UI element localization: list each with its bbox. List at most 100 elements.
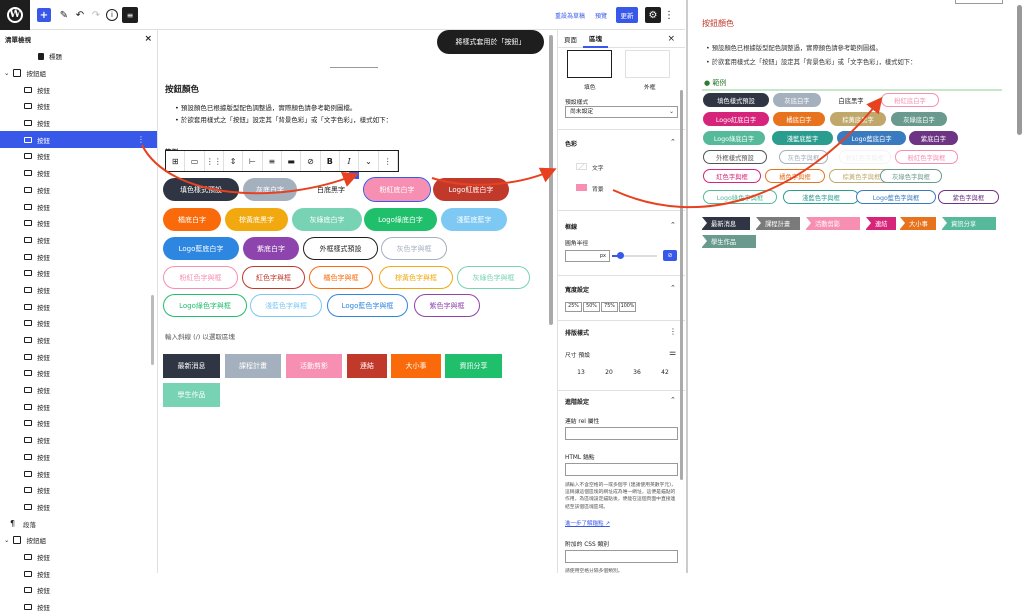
rect-button[interactable]: 大小事: [391, 354, 441, 378]
chevron-down-icon[interactable]: ⌄: [4, 69, 9, 77]
preview-styled-button[interactable]: 粉紅色字與框: [839, 150, 891, 164]
inspector-scrollbar[interactable]: [680, 90, 683, 480]
list-view-item[interactable]: 按鈕: [0, 348, 157, 365]
border-section-title[interactable]: 框線: [565, 222, 577, 231]
advanced-section-title[interactable]: 進階設定: [565, 397, 589, 406]
list-view-item[interactable]: 按鈕: [0, 182, 157, 199]
width-option-button[interactable]: 25%: [565, 302, 582, 312]
block-appender-hint[interactable]: 輸入斜線 (/) 以選取區塊: [165, 331, 235, 341]
preview-styled-button[interactable]: 灰底白字: [773, 93, 821, 107]
list-view-item[interactable]: 按鈕: [0, 165, 157, 182]
list-view-item[interactable]: 按鈕: [0, 499, 157, 516]
style-outline-preview[interactable]: [625, 50, 670, 78]
learn-more-link[interactable]: 進一步了解錨點 ↗: [565, 519, 610, 527]
bold-icon[interactable]: B: [321, 151, 340, 171]
css-class-input[interactable]: [565, 550, 678, 563]
parent-block-icon[interactable]: ⊞: [166, 151, 186, 171]
list-view-item[interactable]: 按鈕 ⋮: [0, 131, 157, 149]
width-option-button[interactable]: 50%: [583, 302, 600, 312]
list-view-item[interactable]: 按鈕: [0, 565, 157, 582]
styled-button[interactable]: 外框樣式預設: [303, 237, 378, 260]
typography-options-icon[interactable]: ⋮: [669, 327, 677, 336]
add-block-button[interactable]: +: [37, 8, 51, 22]
styled-button[interactable]: 淺藍底藍字: [441, 208, 507, 231]
list-view-item[interactable]: 按鈕: [0, 549, 157, 566]
background-color-label[interactable]: 背景: [592, 184, 604, 193]
list-view-item[interactable]: 按鈕: [0, 382, 157, 399]
styled-button[interactable]: 灰綠底白字: [292, 208, 362, 231]
preview-styled-button[interactable]: 淺藍底藍字: [772, 131, 833, 145]
styled-button[interactable]: 灰底白字: [243, 178, 297, 201]
list-view-item[interactable]: 按鈕: [0, 582, 157, 599]
preview-styled-button[interactable]: 紫色字與框: [938, 190, 999, 204]
list-view-item[interactable]: 按鈕: [0, 248, 157, 265]
list-view-item[interactable]: 按鈕: [0, 465, 157, 482]
sliders-icon[interactable]: ⚌: [669, 348, 676, 357]
close-icon[interactable]: ×: [661, 34, 681, 44]
styled-button[interactable]: Logo藍色字與框: [327, 294, 408, 317]
move-up-down-icon[interactable]: ⇕: [224, 151, 244, 171]
list-view-item[interactable]: 按鈕: [0, 415, 157, 432]
text-color-label[interactable]: 文字: [592, 163, 604, 172]
styled-button[interactable]: Logo藍底白字: [163, 237, 239, 260]
list-view-item[interactable]: ⌄ 按鈕組: [0, 65, 157, 82]
preview-styled-button[interactable]: Logo紅底白字: [703, 112, 769, 126]
justify-center-icon[interactable]: ≡: [263, 151, 282, 171]
preview-styled-button[interactable]: 粉紅色字與框: [895, 150, 958, 164]
list-view-item[interactable]: 按鈕: [0, 315, 157, 332]
list-view-item[interactable]: 按鈕: [0, 215, 157, 232]
styled-button[interactable]: 灰綠色字與框: [457, 266, 530, 289]
redo-icon[interactable]: ↷: [89, 7, 103, 23]
styled-button[interactable]: Logo綠色字與框: [163, 294, 247, 317]
list-view-item[interactable]: 按鈕: [0, 432, 157, 449]
preview-tag-button[interactable]: 大小事: [900, 217, 936, 230]
list-view-item[interactable]: 按鈕: [0, 449, 157, 466]
width-section-title[interactable]: 寬度設定: [565, 285, 589, 294]
close-icon[interactable]: ×: [144, 34, 152, 44]
pen-icon[interactable]: ✎: [57, 7, 71, 23]
canvas-scrollbar[interactable]: [549, 35, 553, 325]
preview-styled-button[interactable]: 外框樣式預設: [703, 150, 767, 164]
list-view-item[interactable]: 按鈕: [0, 365, 157, 382]
radius-input[interactable]: px: [565, 250, 610, 262]
list-view-item[interactable]: 按鈕: [0, 482, 157, 499]
preview-styled-button[interactable]: 粉紅底白字: [881, 93, 939, 107]
list-view-item[interactable]: ¶ 段落: [0, 515, 157, 532]
list-view-item[interactable]: 按鈕: [0, 81, 157, 98]
list-view-toggle-button[interactable]: ≡: [122, 7, 138, 23]
section-heading[interactable]: 按鈕顏色: [165, 83, 199, 95]
switch-to-draft-button[interactable]: 重設為草稿: [552, 7, 588, 23]
styled-button[interactable]: 橘色字與框: [309, 266, 373, 289]
preview-styled-button[interactable]: 橘色字與框: [765, 169, 825, 183]
list-view-item[interactable]: 按鈕: [0, 282, 157, 299]
preview-styled-button[interactable]: 灰綠底白字: [891, 112, 947, 126]
list-view-item[interactable]: 按鈕: [0, 148, 157, 165]
html-anchor-input[interactable]: [565, 463, 678, 476]
undo-icon[interactable]: ↶: [73, 7, 87, 23]
preview-top-button[interactable]: [955, 0, 1003, 4]
full-width-icon[interactable]: ▬: [282, 151, 302, 171]
chevron-down-icon[interactable]: ⌄: [4, 536, 9, 544]
preview-styled-button[interactable]: 紫底白字: [909, 131, 958, 145]
preview-styled-button[interactable]: Logo綠色字與框: [703, 190, 777, 204]
preview-tag-button[interactable]: 資訊分享: [942, 217, 996, 230]
block-options-icon[interactable]: ⋮: [379, 151, 398, 171]
info-icon[interactable]: i: [106, 9, 118, 21]
chevron-up-icon[interactable]: ⌃: [670, 138, 676, 146]
default-style-select[interactable]: 尚未設定 ⌄: [565, 106, 678, 118]
options-more-icon[interactable]: ⋮: [664, 7, 674, 23]
styled-button[interactable]: 紅色字與框: [242, 266, 305, 289]
rect-button[interactable]: 活動剪影: [286, 354, 342, 378]
justify-left-icon[interactable]: ⊢: [243, 151, 263, 171]
preview-tag-button[interactable]: 課程計畫: [756, 217, 800, 230]
chevron-up-icon[interactable]: ⌃: [670, 221, 676, 229]
list-view-item[interactable]: 標題: [0, 48, 157, 65]
styled-button[interactable]: 紫底白字: [243, 237, 299, 260]
preview-styled-button[interactable]: Logo綠底白字: [703, 131, 765, 145]
styled-button[interactable]: 白底黑字: [300, 178, 362, 201]
tab-page[interactable]: 頁面: [558, 34, 583, 44]
list-view-item[interactable]: 按鈕: [0, 115, 157, 132]
list-view-item[interactable]: 按鈕: [0, 298, 157, 315]
rect-button[interactable]: 最新消息: [163, 354, 220, 378]
preview-scrollbar[interactable]: [1017, 5, 1022, 135]
